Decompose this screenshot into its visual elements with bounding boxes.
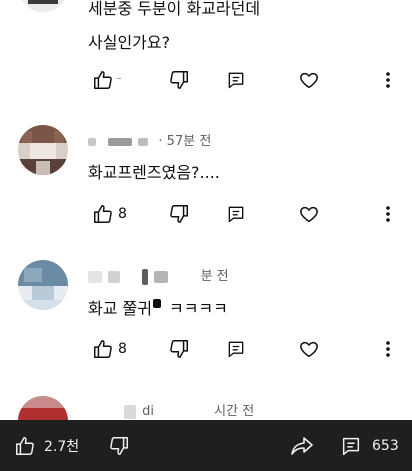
heart-button[interactable] — [298, 66, 320, 94]
reply-icon — [228, 206, 244, 223]
comment-actions: ⁻ — [88, 66, 408, 94]
like-count: 8 — [118, 206, 127, 222]
blurred-author-name — [108, 270, 121, 283]
avatar[interactable] — [18, 0, 68, 12]
reply-button[interactable] — [226, 335, 246, 363]
more-options-button[interactable] — [380, 335, 396, 363]
reply-button[interactable] — [226, 66, 246, 94]
blurred-author-name — [142, 268, 149, 285]
more-vert-icon — [386, 72, 390, 88]
video-like-button[interactable]: 2.7천 — [14, 420, 79, 471]
blurred-author-name — [138, 137, 149, 146]
comment-text-main: 화교 쭐귀 — [88, 299, 152, 318]
more-vert-icon — [386, 206, 390, 222]
comment-meta: · 57분 전 — [88, 130, 212, 149]
comment-text: 화교 쭐귀 ㅋㅋㅋㅋ — [88, 299, 228, 319]
more-vert-icon — [386, 341, 390, 357]
blurred-author-name — [88, 270, 102, 283]
comments-icon — [342, 437, 360, 455]
blurred-char — [152, 299, 161, 308]
avatar-image — [18, 260, 68, 310]
comment-actions: 8 — [88, 335, 408, 363]
avatar[interactable] — [18, 125, 68, 175]
comment-timestamp: 분 전 — [200, 269, 229, 284]
thumb-down-icon — [170, 340, 188, 358]
blurred-author-name — [88, 137, 96, 146]
like-count-fragment: ⁻ — [116, 73, 122, 87]
heart-icon — [300, 72, 318, 89]
comment-timestamp: · 57분 전 — [158, 134, 212, 149]
comment-author-fragment: di — [142, 404, 155, 419]
comment-text: 화교프렌즈였음?.... — [88, 163, 220, 182]
dislike-button[interactable] — [168, 335, 190, 363]
blurred-author-name — [124, 404, 136, 419]
comment-count: 653 — [372, 437, 399, 454]
dislike-button[interactable] — [168, 200, 190, 228]
thumb-up-icon — [16, 436, 34, 455]
more-options-button[interactable] — [380, 66, 396, 94]
avatar[interactable] — [18, 260, 68, 310]
bottom-action-bar: 2.7천 653 — [0, 420, 412, 471]
comment-text-line-2: 사실인가요? — [88, 33, 171, 52]
thumb-down-icon — [170, 71, 188, 89]
comment-thread: 세분중 두분이 화교라던데 사실인가요? ⁻ · 57분 전 화교프렌즈였음?.… — [0, 0, 412, 471]
thumb-up-icon — [94, 340, 112, 358]
like-button[interactable]: 8 — [92, 200, 127, 228]
share-icon — [291, 436, 313, 455]
comment-meta: 분 전 — [88, 265, 229, 285]
heart-icon — [300, 206, 318, 223]
heart-icon — [300, 341, 318, 358]
dislike-button[interactable] — [168, 66, 190, 94]
thumb-up-icon — [94, 71, 112, 89]
blurred-author-name — [154, 270, 169, 283]
reply-icon — [228, 72, 244, 89]
comments-button[interactable]: 653 — [340, 420, 399, 471]
comment-meta: di 시간 전 — [88, 400, 255, 419]
avatar-image — [18, 125, 68, 175]
like-count: 8 — [118, 341, 127, 357]
avatar-image — [18, 0, 68, 12]
video-dislike-button[interactable] — [108, 420, 130, 471]
blurred-author-name — [108, 137, 133, 146]
like-button[interactable]: ⁻ — [92, 66, 122, 94]
reply-button[interactable] — [226, 200, 246, 228]
comment-actions: 8 — [88, 200, 408, 228]
like-button[interactable]: 8 — [92, 335, 127, 363]
heart-button[interactable] — [298, 200, 320, 228]
comment-text-line-1: 세분중 두분이 화교라던데 — [88, 0, 261, 18]
reply-icon — [228, 341, 244, 358]
thumb-up-icon — [94, 205, 112, 223]
more-options-button[interactable] — [380, 200, 396, 228]
heart-button[interactable] — [298, 335, 320, 363]
share-button[interactable] — [290, 420, 314, 471]
video-like-count: 2.7천 — [44, 438, 80, 455]
comment-text-tail: ㅋㅋㅋㅋ — [168, 299, 228, 318]
comment-timestamp: 시간 전 — [214, 404, 255, 419]
thumb-down-icon — [170, 205, 188, 223]
thumb-down-icon — [110, 436, 128, 455]
